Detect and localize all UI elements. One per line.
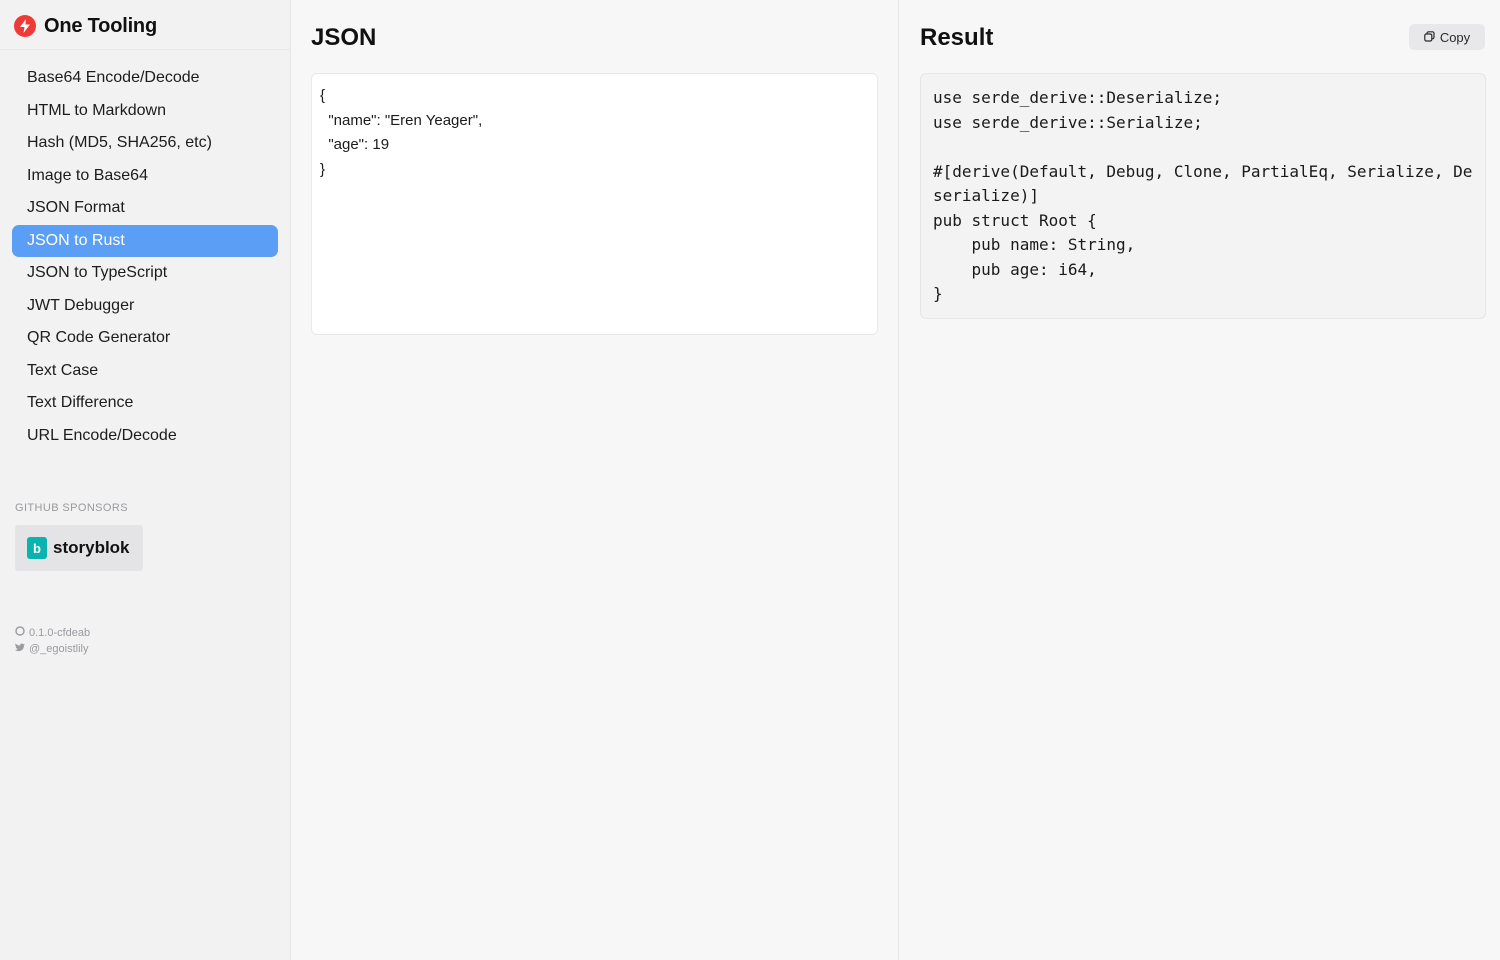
sidebar-item-text-difference[interactable]: Text Difference xyxy=(12,387,278,419)
sidebar: One Tooling Base64 Encode/Decode HTML to… xyxy=(0,0,291,960)
twitter-icon xyxy=(15,641,25,657)
storyblok-logo-icon: b xyxy=(27,537,47,559)
brand[interactable]: One Tooling xyxy=(14,12,157,40)
json-pane-title: JSON xyxy=(311,24,377,51)
result-pane-title: Result xyxy=(920,24,994,51)
app-meta: 0.1.0-cfdeab @_egoistlily xyxy=(15,625,90,657)
twitter-link[interactable]: @_egoistlily xyxy=(15,641,90,657)
sidebar-item-hash[interactable]: Hash (MD5, SHA256, etc) xyxy=(12,127,278,159)
lightning-logo-icon xyxy=(14,15,36,37)
twitter-handle: @_egoistlily xyxy=(29,643,89,655)
app-title: One Tooling xyxy=(44,14,157,37)
sponsors-heading: GITHUB SPONSORS xyxy=(15,502,128,514)
sidebar-item-json-format[interactable]: JSON Format xyxy=(12,192,278,224)
sidebar-item-json-to-typescript[interactable]: JSON to TypeScript xyxy=(12,257,278,289)
version-link[interactable]: 0.1.0-cfdeab xyxy=(15,625,90,641)
sidebar-item-jwt-debugger[interactable]: JWT Debugger xyxy=(12,290,278,322)
sidebar-item-json-to-rust[interactable]: JSON to Rust xyxy=(12,224,278,257)
version-text: 0.1.0-cfdeab xyxy=(29,627,91,639)
sidebar-item-qr-code-generator[interactable]: QR Code Generator xyxy=(12,322,278,354)
github-icon xyxy=(15,625,25,641)
json-input-editor[interactable]: { "name": "Eren Yeager", "age": 19 } xyxy=(311,73,878,335)
sponsor-storyblok-link[interactable]: b storyblok xyxy=(15,525,143,571)
rust-output-code: use serde_derive::Deserialize; use serde… xyxy=(920,73,1486,319)
copy-button[interactable]: Copy xyxy=(1409,24,1485,50)
sponsor-name: storyblok xyxy=(53,538,130,557)
result-pane: Result Copy use serde_derive::Deserializ… xyxy=(899,0,1500,960)
sidebar-item-text-case[interactable]: Text Case xyxy=(12,355,278,387)
sidebar-item-url-encode[interactable]: URL Encode/Decode xyxy=(12,420,278,452)
sidebar-item-base64[interactable]: Base64 Encode/Decode xyxy=(12,62,278,94)
sidebar-item-html-to-markdown[interactable]: HTML to Markdown xyxy=(12,95,278,127)
json-pane: JSON { "name": "Eren Yeager", "age": 19 … xyxy=(291,0,898,960)
copy-label: Copy xyxy=(1439,29,1471,45)
sidebar-item-image-to-base64[interactable]: Image to Base64 xyxy=(12,160,278,192)
copy-icon xyxy=(1424,30,1435,45)
brand-divider xyxy=(0,49,290,50)
tool-nav: Base64 Encode/Decode HTML to Markdown Ha… xyxy=(12,62,278,452)
